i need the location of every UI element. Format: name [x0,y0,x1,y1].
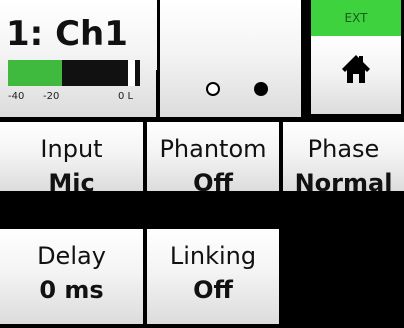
phantom-label: Phantom [159,135,267,163]
input-button[interactable]: Input Mic [0,122,143,196]
ext-badge: EXT [311,0,401,36]
level-meter-peak [128,60,135,86]
delay-button[interactable]: Delay 0 ms [0,229,143,324]
channel-header: 1: Ch1 -40 -20 0 L [0,0,157,117]
phantom-value: Off [193,169,233,197]
meter-tick-minus40: -40 [8,91,25,102]
phase-value: Normal [294,169,393,197]
home-button[interactable] [311,36,401,114]
meter-tick-0-left: 0 L [118,91,134,102]
level-meter-fill [8,60,63,86]
linking-label: Linking [169,242,257,270]
phantom-button[interactable]: Phantom Off [147,122,279,196]
linking-button[interactable]: Linking Off [147,229,279,324]
delay-label: Delay [37,242,106,270]
delay-value: 0 ms [39,276,104,304]
phase-button[interactable]: Phase Normal [283,122,404,196]
meter-tick-minus20: -20 [43,91,60,102]
page-dot-active[interactable] [254,82,268,96]
linking-value: Off [193,276,233,304]
home-icon [342,55,370,83]
page-dot-inactive[interactable] [206,82,220,96]
phase-label: Phase [307,135,380,163]
level-meter [8,60,140,86]
channel-title: 1: Ch1 [6,14,128,54]
input-value: Mic [48,169,95,197]
input-label: Input [40,135,103,163]
page-indicator [160,0,301,117]
